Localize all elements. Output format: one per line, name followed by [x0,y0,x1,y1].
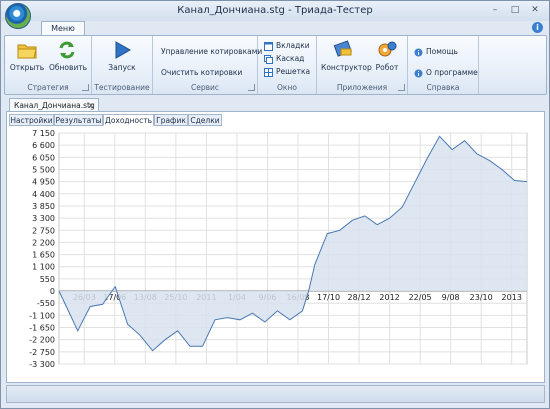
run-button[interactable]: Запуск [104,40,140,78]
document-tab[interactable]: Канал_Дончиана.stg ✕ [9,98,99,111]
status-bar [6,385,545,403]
about-button[interactable]: О программе [414,67,478,78]
manage-quotes-button[interactable]: Управление котировками [161,46,262,57]
y-tick-label: -2 200 [29,336,55,345]
cascade-label: Каскад [276,54,305,63]
constructor-icon [333,40,355,60]
y-tick-label: -2 750 [29,348,55,357]
constructor-label: Конструктор [321,63,372,72]
tab-chart[interactable]: График [154,114,188,126]
refresh-label: Обновить [49,63,88,72]
title-bar: Канал_Дончиана.stg - Триада-Тестер – □ ✕ [1,1,549,21]
info-icon [414,69,423,78]
play-icon [111,40,133,60]
document-area: Настройки Результаты Доходность График С… [6,111,545,383]
y-tick-label: 1 650 [32,251,55,260]
x-tick-label: 17/10 [317,293,340,302]
tab-results[interactable]: Результаты [54,114,103,126]
group-label-service: Сервис [190,83,220,92]
x-tick-label: 22/05 [409,293,432,302]
robot-label: Робот [375,63,399,72]
dialog-launcher-icon[interactable] [398,84,405,91]
tab-settings[interactable]: Настройки [9,114,54,126]
tabs-label: Вкладки [276,41,310,50]
y-tick-label: 6 050 [32,153,55,162]
tab-deals[interactable]: Сделки [188,114,222,126]
tabs-button[interactable]: Вкладки [264,40,310,51]
ribbon-group-window: Вкладки Каскад Решетка Окно [258,36,317,94]
dialog-launcher-icon[interactable] [82,84,89,91]
y-tick-label: 2 750 [32,226,55,235]
help-label: Помощь [426,47,458,56]
group-label-help: Справка [426,83,460,92]
x-tick-label: 28/12 [348,293,371,302]
ribbon-group-testing: Запуск Тестирование [92,36,153,94]
x-tick-label: 2012 [379,293,399,302]
window-title: Канал_Дончиана.stg - Триада-Тестер [177,5,373,16]
app-window: Канал_Дончиана.stg - Триада-Тестер – □ ✕… [0,0,550,409]
grid-button[interactable]: Решетка [264,66,310,77]
info-icon [414,48,423,57]
tab-returns[interactable]: Доходность [103,114,154,126]
y-tick-label: 3 300 [32,214,55,223]
help-button[interactable]: Помощь [414,46,458,57]
open-label: Открыть [9,63,45,72]
constructor-button[interactable]: Конструктор [321,40,372,78]
y-tick-label: 3 850 [32,202,55,211]
y-tick-label: -1 100 [29,311,55,320]
ribbon-group-help: Помощь О программе Справка [408,36,479,94]
robot-button[interactable]: Робот [369,40,405,78]
group-label-testing: Тестирование [94,83,150,92]
close-button[interactable]: ✕ [529,5,541,16]
ribbon-group-apps: Конструктор Робот Приложения [317,36,408,94]
info-icon[interactable]: i [532,22,543,33]
y-tick-label: -550 [37,299,55,308]
maximize-button[interactable]: □ [509,5,521,16]
menu-tab[interactable]: Меню [41,21,85,36]
y-tick-label: 5 500 [32,165,55,174]
about-label: О программе [426,68,478,77]
refresh-icon [56,40,78,60]
y-tick-label: -3 300 [29,360,55,369]
folder-icon [16,40,38,60]
y-tick-label: 550 [40,275,55,284]
refresh-button[interactable]: Обновить [49,40,88,78]
y-tick-label: 6 600 [32,141,55,150]
tabs-icon [264,41,273,51]
document-tab-title: Канал_Дончиана.stg [14,101,95,110]
grid-icon [264,67,273,77]
run-label: Запуск [108,63,136,72]
minimize-button[interactable]: – [489,5,501,16]
x-tick-label: 9/08 [442,293,460,302]
y-tick-label: 4 950 [32,178,55,187]
robot-icon [376,40,398,60]
returns-chart: 7 150 6 600 6 050 5 500 4 950 4 400 3 850 3 300… [29,129,528,369]
x-tick-label: 2013 [502,293,522,302]
ribbon-group-strategy: Открыть Обновить Стратегия [5,36,92,94]
ribbon: Открыть Обновить Стратегия Запуск Тестир… [4,35,547,95]
cascade-icon [264,54,273,64]
grid-label: Решетка [276,67,311,76]
y-tick-label: 4 400 [32,190,55,199]
y-tick-label: 7 150 [32,129,55,138]
y-tick-label: 2 200 [32,238,55,247]
x-tick-label: 23/10 [470,293,493,302]
group-label-strategy: Стратегия [27,83,69,92]
group-label-apps: Приложения [336,83,388,92]
ribbon-group-service: Управление котировками Очистить котировк… [153,36,262,94]
cascade-button[interactable]: Каскад [264,53,304,64]
y-tick-label: -1 650 [29,324,55,333]
dialog-launcher-icon[interactable] [248,84,255,91]
y-tick-label: 1 100 [32,263,55,272]
group-label-window: Окно [277,83,297,92]
clear-quotes-button[interactable]: Очистить котировки [161,67,242,78]
app-orb-icon[interactable] [5,3,31,29]
y-tick-label: 0 [50,287,55,296]
open-button[interactable]: Открыть [9,40,45,78]
